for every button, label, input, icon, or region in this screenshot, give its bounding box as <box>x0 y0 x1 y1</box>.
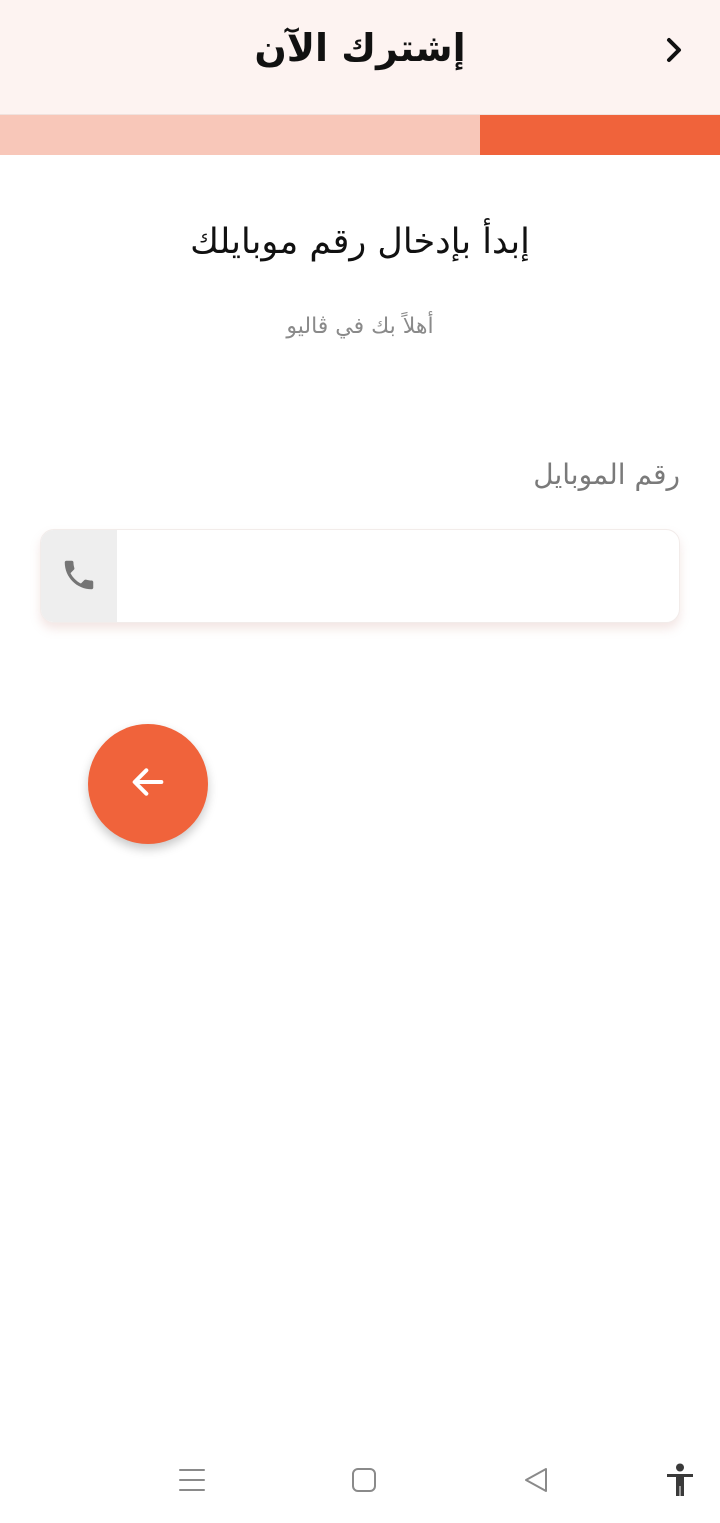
home-icon <box>351 1467 377 1497</box>
menu-icon <box>178 1467 206 1497</box>
phone-field <box>40 529 680 623</box>
system-nav-bar <box>0 1440 720 1523</box>
phone-icon <box>60 556 98 598</box>
accessibility-icon <box>665 1463 695 1501</box>
phone-icon-box <box>41 530 117 622</box>
accessibility-button[interactable] <box>656 1458 704 1506</box>
chevron-right-icon <box>663 36 685 68</box>
back-button[interactable] <box>654 32 694 72</box>
recent-apps-button[interactable] <box>168 1458 216 1506</box>
progress-bar <box>0 115 720 155</box>
page-title: إشترك الآن <box>254 26 466 70</box>
signup-screen: إشترك الآن إبدأ بإدخال رقم موبايلك أهلاً… <box>0 0 720 1523</box>
system-back-button[interactable] <box>512 1458 560 1506</box>
phone-input[interactable] <box>117 530 679 622</box>
main-heading: إبدأ بإدخال رقم موبايلك <box>190 222 530 262</box>
back-triangle-icon <box>523 1467 549 1497</box>
phone-label: رقم الموبايل <box>533 458 680 491</box>
app-header: إشترك الآن <box>0 0 720 115</box>
home-button[interactable] <box>340 1458 388 1506</box>
arrow-left-icon <box>128 762 168 806</box>
progress-fill <box>480 115 720 155</box>
next-button[interactable] <box>88 724 208 844</box>
welcome-subheading: أهلاً بك في ڤاليو <box>286 314 434 339</box>
